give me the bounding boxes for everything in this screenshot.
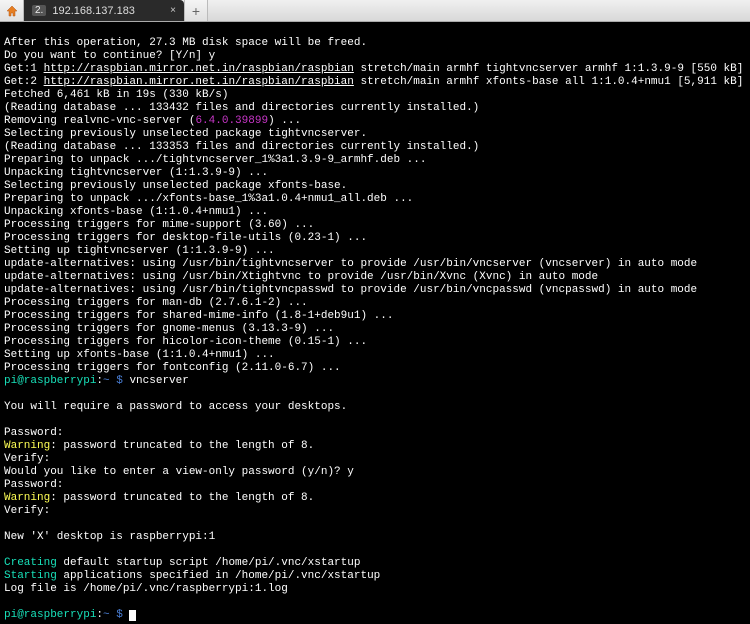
prompt-line: pi@raspberrypi:~ $ vncserver: [4, 375, 189, 387]
titlebar: 2. 192.168.137.183 × +: [0, 0, 750, 22]
plus-icon: +: [192, 3, 200, 19]
line: Processing triggers for man-db (2.7.6.1-…: [4, 297, 308, 309]
line: update-alternatives: using /usr/bin/tigh…: [4, 284, 697, 296]
line: After this operation, 27.3 MB disk space…: [4, 37, 367, 49]
tab-number: 2.: [32, 5, 46, 16]
line: Get:1 http://raspbian.mirror.net.in/rasp…: [4, 63, 743, 75]
line: Get:2 http://raspbian.mirror.net.in/rasp…: [4, 76, 743, 88]
line: Processing triggers for gnome-menus (3.1…: [4, 323, 334, 335]
home-icon: [5, 4, 19, 18]
new-tab-button[interactable]: +: [184, 0, 208, 21]
command: vncserver: [123, 375, 189, 387]
line: Preparing to unpack .../tightvncserver_1…: [4, 154, 426, 166]
line: Removing realvnc-vnc-server (6.4.0.39899…: [4, 115, 301, 127]
home-button[interactable]: [0, 0, 24, 21]
line: Setting up tightvncserver (1:1.3.9-9) ..…: [4, 245, 275, 257]
prompt-user: pi@raspberrypi: [4, 375, 96, 387]
line: You will require a password to access yo…: [4, 401, 347, 413]
line: Verify:: [4, 453, 50, 465]
line: Log file is /home/pi/.vnc/raspberrypi:1.…: [4, 583, 288, 595]
warning-label: Warning: [4, 492, 50, 504]
tab-active[interactable]: 2. 192.168.137.183 ×: [24, 0, 184, 21]
line: Selecting previously unselected package …: [4, 128, 367, 140]
line: Unpacking xfonts-base (1:1.0.4+nmu1) ...: [4, 206, 268, 218]
line: Password:: [4, 427, 63, 439]
line: update-alternatives: using /usr/bin/Xtig…: [4, 271, 598, 283]
url-link[interactable]: http://raspbian.mirror.net.in/raspbian/r…: [44, 63, 354, 75]
line: Unpacking tightvncserver (1:1.3.9-9) ...: [4, 167, 268, 179]
line: Would you like to enter a view-only pass…: [4, 466, 354, 478]
line: Password:: [4, 479, 63, 491]
line: Processing triggers for hicolor-icon-the…: [4, 336, 367, 348]
tab-title: 192.168.137.183: [52, 5, 135, 17]
line: Starting applications specified in /home…: [4, 570, 380, 582]
line: (Reading database ... 133353 files and d…: [4, 141, 479, 153]
warning-label: Warning: [4, 440, 50, 452]
prompt-path: ~ $: [103, 375, 123, 387]
line: Selecting previously unselected package …: [4, 180, 347, 192]
cursor: [129, 610, 136, 621]
line: Processing triggers for fontconfig (2.11…: [4, 362, 341, 374]
line: Warning: password truncated to the lengt…: [4, 440, 314, 452]
line: Warning: password truncated to the lengt…: [4, 492, 314, 504]
line: Fetched 6,461 kB in 19s (330 kB/s): [4, 89, 228, 101]
line: Preparing to unpack .../xfonts-base_1%3a…: [4, 193, 413, 205]
line: (Reading database ... 133432 files and d…: [4, 102, 479, 114]
url-link[interactable]: http://raspbian.mirror.net.in/raspbian/r…: [44, 76, 354, 88]
line: New 'X' desktop is raspberrypi:1: [4, 531, 215, 543]
terminal-output[interactable]: After this operation, 27.3 MB disk space…: [0, 22, 750, 624]
line: Creating default startup script /home/pi…: [4, 557, 360, 569]
creating-label: Creating: [4, 557, 57, 569]
line: update-alternatives: using /usr/bin/tigh…: [4, 258, 697, 270]
starting-label: Starting: [4, 570, 57, 582]
line: Processing triggers for mime-support (3.…: [4, 219, 314, 231]
tab-close-button[interactable]: ×: [170, 5, 176, 16]
line: Processing triggers for shared-mime-info…: [4, 310, 393, 322]
line: Setting up xfonts-base (1:1.0.4+nmu1) ..…: [4, 349, 275, 361]
line: Do you want to continue? [Y/n] y: [4, 50, 215, 62]
line: Processing triggers for desktop-file-uti…: [4, 232, 367, 244]
line: Verify:: [4, 505, 50, 517]
